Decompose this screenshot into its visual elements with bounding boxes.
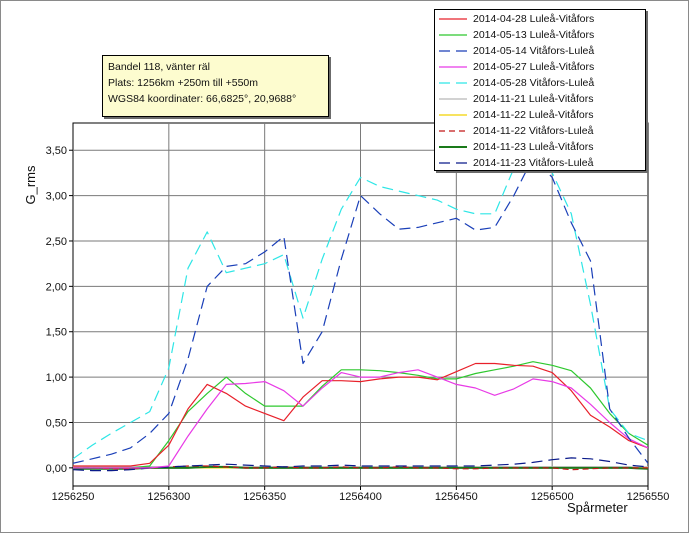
legend-swatch xyxy=(439,66,467,68)
legend: 2014-04-28 Luleå-Vitåfors 2014-05-13 Lule… xyxy=(434,9,646,171)
legend-item: 2014-05-14 Vitåfors-Luleå xyxy=(437,43,643,59)
y-tick-label: 0,50 xyxy=(46,417,67,429)
y-tick-label: 3,50 xyxy=(46,145,67,157)
y-tick-label: 1,50 xyxy=(46,327,67,339)
legend-item: 2014-11-22 Luleå-Vitåfors xyxy=(437,107,643,123)
legend-label: 2014-11-23 Vitåfors-Luleå xyxy=(473,157,594,169)
y-tick-label: 2,00 xyxy=(46,281,67,293)
legend-label: 2014-05-28 Vitåfors-Luleå xyxy=(473,77,595,89)
x-tick-label: 1256450 xyxy=(435,491,478,503)
info-position: Plats: 1256km +250m till +550m xyxy=(108,77,258,89)
legend-swatch xyxy=(439,50,467,52)
y-tick-labels: 0,00 0,50 1,00 1,50 2,00 2,50 3,00 3,50 xyxy=(46,145,73,475)
y-tick-label: 2,50 xyxy=(46,236,67,248)
legend-label: 2014-04-28 Luleå-Vitåfors xyxy=(473,13,595,25)
legend-label: 2014-11-23 Luleå-Vitåfors xyxy=(473,141,594,153)
legend-item: 2014-11-23 Vitåfors-Luleå xyxy=(437,155,643,171)
legend-item: 2014-11-23 Luleå-Vitåfors xyxy=(437,139,643,155)
x-tick-label: 1256400 xyxy=(339,491,382,503)
legend-item: 2014-11-22 Vitåfors-Luleå xyxy=(437,123,643,139)
legend-swatch xyxy=(439,114,467,116)
legend-label: 2014-11-22 Vitåfors-Luleå xyxy=(473,125,594,137)
legend-item: 2014-04-28 Luleå-Vitåfors xyxy=(437,11,643,27)
legend-label: 2014-11-21 Luleå-Vitåfors xyxy=(473,93,594,105)
legend-swatch xyxy=(439,34,467,36)
legend-item: 2014-05-28 Vitåfors-Luleå xyxy=(437,75,643,91)
legend-swatch xyxy=(439,18,467,20)
legend-swatch xyxy=(439,82,467,84)
legend-label: 2014-05-27 Luleå-Vitåfors xyxy=(473,61,595,73)
legend-swatch xyxy=(439,146,467,148)
chart-frame: 0,00 0,50 1,00 1,50 2,00 2,50 3,00 3,50 1256250 1… xyxy=(0,0,689,533)
x-tick-label: 1256350 xyxy=(243,491,286,503)
legend-item: 2014-11-21 Luleå-Vitåfors xyxy=(437,91,643,107)
x-tick-label: 1256550 xyxy=(627,491,670,503)
y-tick-label: 1,00 xyxy=(46,372,67,384)
x-axis-label: Spårmeter xyxy=(567,500,628,515)
legend-label: 2014-11-22 Luleå-Vitåfors xyxy=(473,109,594,121)
x-tick-label: 1256300 xyxy=(147,491,190,503)
legend-swatch xyxy=(439,98,467,100)
x-tick-label: 1256250 xyxy=(52,491,95,503)
info-box: Bandel 118, vänter räl Plats: 1256km +25… xyxy=(102,55,329,117)
info-title: Bandel 118, vänter räl xyxy=(108,61,210,73)
legend-swatch xyxy=(439,162,467,164)
info-coordinates: WGS84 koordinater: 66,6825°, 20,9688° xyxy=(108,93,297,105)
y-tick-label: 3,00 xyxy=(46,191,67,203)
legend-swatch xyxy=(439,130,467,132)
y-tick-label: 0,00 xyxy=(46,463,67,475)
legend-item: 2014-05-27 Luleå-Vitåfors xyxy=(437,59,643,75)
y-axis-label: G_rms xyxy=(23,165,38,205)
legend-item: 2014-05-13 Luleå-Vitåfors xyxy=(437,27,643,43)
legend-label: 2014-05-13 Luleå-Vitåfors xyxy=(473,29,595,41)
legend-label: 2014-05-14 Vitåfors-Luleå xyxy=(473,45,595,57)
